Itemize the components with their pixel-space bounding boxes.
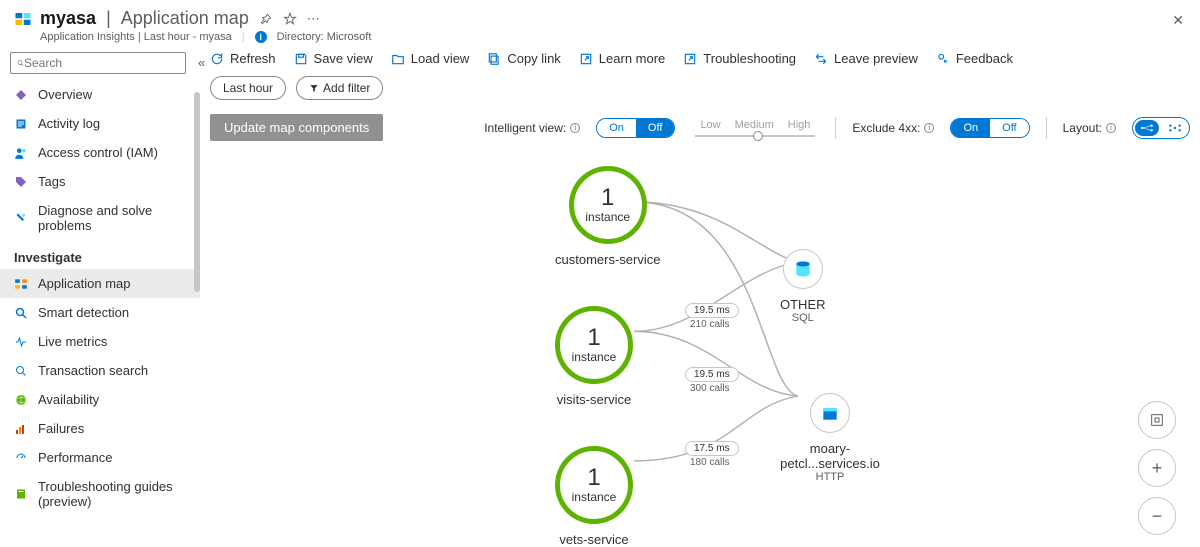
search-input[interactable] [24, 56, 179, 70]
exclude-4xx-label: Exclude 4xx:i [852, 121, 934, 135]
zoom-in-button[interactable]: + [1138, 449, 1176, 487]
intelligent-view-toggle[interactable]: OnOff [596, 118, 675, 138]
sidebar-item-troubleshooting-guides[interactable]: Troubleshooting guides (preview) [0, 472, 200, 516]
node-customers-service[interactable]: 1instance customers-service [555, 166, 660, 267]
sidebar-section-monitoring: Monitoring [0, 516, 200, 521]
star-icon[interactable] [283, 12, 297, 26]
edge-label: 17.5 ms [685, 441, 739, 456]
page-header: myasa | Application map ⋯ Application In… [0, 0, 1200, 47]
sidebar-item-application-map[interactable]: Application map [0, 269, 200, 298]
fit-to-screen-button[interactable] [1138, 401, 1176, 439]
close-icon[interactable]: ✕ [1172, 12, 1184, 29]
map-canvas[interactable]: 1instance customers-service 1instance vi… [200, 151, 1200, 521]
node-other-sql[interactable]: OTHER SQL [780, 249, 826, 324]
sidebar: Overview Activity log Access control (IA… [0, 74, 200, 521]
sidebar-item-failures[interactable]: Failures [0, 414, 200, 443]
feedback-button[interactable]: Feedback [936, 51, 1013, 66]
page-title: Application map [121, 8, 249, 29]
copy-link-button[interactable]: Copy link [487, 51, 560, 66]
sidebar-item-live-metrics[interactable]: Live metrics [0, 327, 200, 356]
sidebar-item-activity-log[interactable]: Activity log [0, 109, 200, 138]
sidebar-section-investigate: Investigate [0, 240, 200, 269]
load-view-button[interactable]: Load view [391, 51, 470, 66]
edge-calls: 210 calls [690, 319, 729, 330]
edge-calls: 300 calls [690, 383, 729, 394]
node-http-service[interactable]: moary-petcl...services.io HTTP [760, 393, 900, 483]
refresh-button[interactable]: Refresh [210, 51, 276, 66]
intelligent-view-label: Intelligent view:i [484, 121, 580, 135]
add-filter-pill[interactable]: Add filter [296, 76, 383, 100]
sensitivity-slider[interactable]: LowMediumHigh [695, 119, 815, 137]
layout-toggle[interactable] [1132, 117, 1190, 139]
search-box[interactable] [10, 52, 186, 74]
directory-label: Directory: Microsoft [277, 31, 372, 43]
config-bar: Update map components Intelligent view:i… [200, 110, 1200, 151]
exclude-4xx-toggle[interactable]: OnOff [950, 118, 1029, 138]
edge-label: 19.5 ms [685, 303, 739, 318]
layout-label: Layout:i [1063, 121, 1116, 135]
more-icon[interactable]: ⋯ [307, 11, 322, 27]
app-name: myasa [40, 8, 96, 29]
zoom-out-button[interactable]: − [1138, 497, 1176, 535]
filter-row: Last hour Add filter [200, 76, 1200, 110]
layout-force-icon[interactable] [1163, 120, 1187, 136]
sql-icon [793, 259, 813, 279]
app-insights-icon [14, 10, 32, 28]
slider-thumb[interactable] [753, 131, 763, 141]
sidebar-item-smart-detection[interactable]: Smart detection [0, 298, 200, 327]
time-filter-pill[interactable]: Last hour [210, 76, 286, 100]
update-map-button[interactable]: Update map components [210, 114, 383, 141]
pin-icon[interactable] [259, 12, 273, 26]
layout-hierarchy-icon[interactable] [1135, 120, 1159, 136]
sidebar-item-transaction-search[interactable]: Transaction search [0, 356, 200, 385]
info-icon[interactable]: i [570, 123, 580, 133]
sidebar-item-overview[interactable]: Overview [0, 80, 200, 109]
sidebar-item-access-control[interactable]: Access control (IAM) [0, 138, 200, 167]
filter-icon [309, 83, 319, 93]
breadcrumb: Application Insights | Last hour - myasa [40, 31, 232, 43]
info-icon[interactable]: i [924, 123, 934, 133]
info-icon[interactable]: i [1106, 123, 1116, 133]
edge-calls: 180 calls [690, 457, 729, 468]
leave-preview-button[interactable]: Leave preview [814, 51, 918, 66]
sidebar-item-performance[interactable]: Performance [0, 443, 200, 472]
toolbar: Refresh Save view Load view Copy link Le… [200, 47, 1200, 76]
node-visits-service[interactable]: 1instance visits-service [555, 306, 633, 407]
save-view-button[interactable]: Save view [294, 51, 373, 66]
edge-label: 19.5 ms [685, 367, 739, 382]
troubleshooting-button[interactable]: Troubleshooting [683, 51, 796, 66]
sidebar-item-tags[interactable]: Tags [0, 167, 200, 196]
http-icon [820, 403, 840, 423]
sidebar-item-availability[interactable]: Availability [0, 385, 200, 414]
learn-more-button[interactable]: Learn more [579, 51, 665, 66]
search-icon [17, 57, 24, 69]
info-icon: i [255, 31, 267, 43]
sidebar-item-diagnose[interactable]: Diagnose and solve problems [0, 196, 200, 240]
